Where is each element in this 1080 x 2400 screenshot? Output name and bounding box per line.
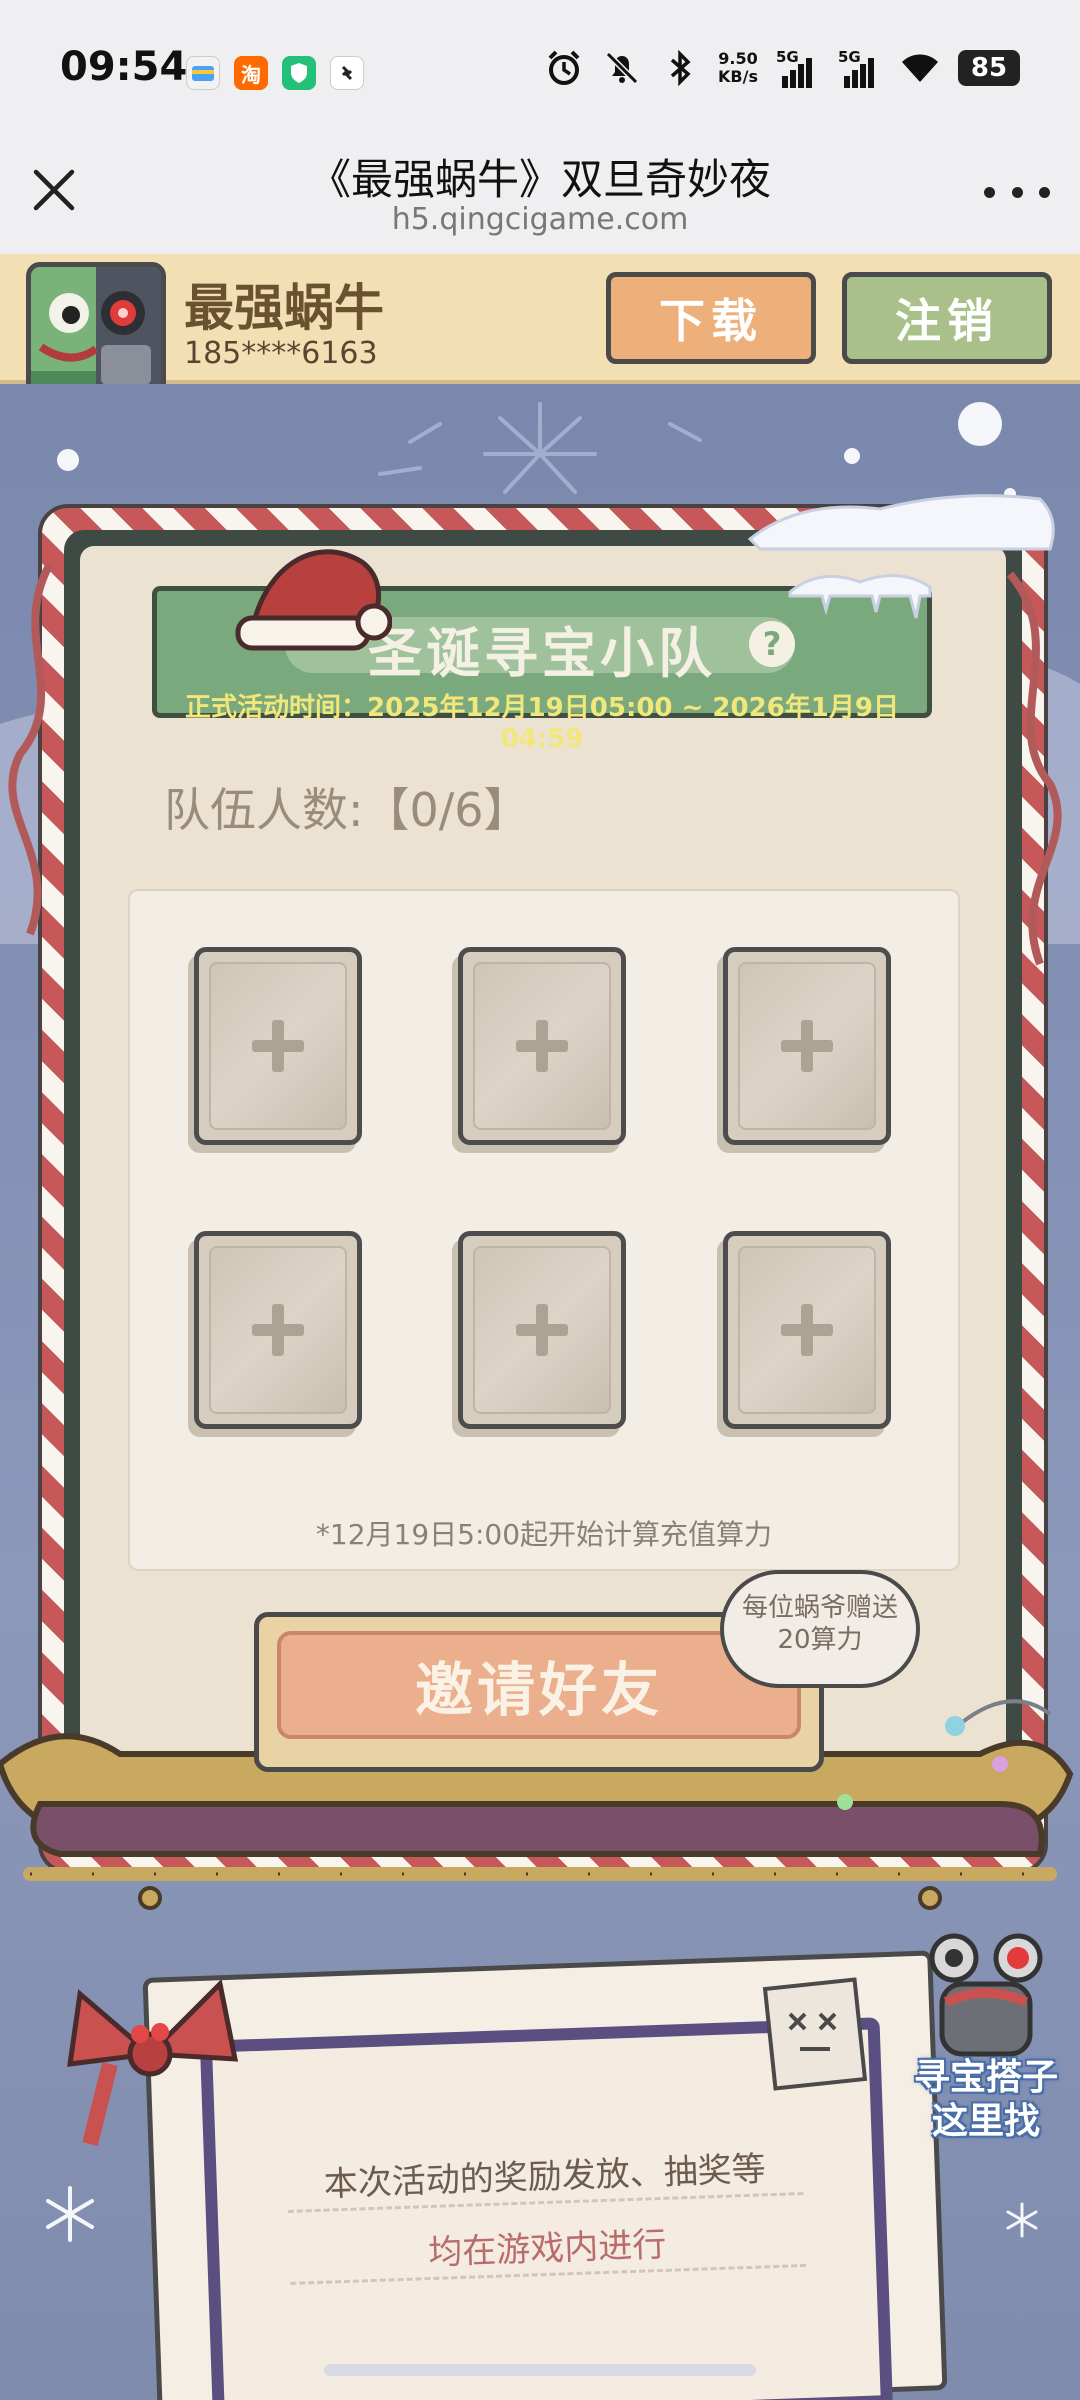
team-slot-1[interactable]: [194, 947, 362, 1145]
battery-indicator: 85: [958, 50, 1020, 86]
vine-right: [1006, 571, 1062, 966]
santa-hat-icon: [235, 549, 392, 651]
note-paper-icon: [762, 1977, 868, 2091]
alarm-icon: [548, 50, 580, 85]
link-app-icon: [330, 56, 364, 90]
status-indicators: 9.50 KB/s 5G 5G 85: [544, 48, 1020, 88]
team-slot-3[interactable]: [723, 947, 891, 1145]
mute-icon: [605, 51, 639, 85]
account-bar: 最强蜗牛 185****6163 下载 注销: [0, 254, 1080, 402]
page-title: 《最强蜗牛》双旦奇妙夜: [308, 155, 771, 204]
cell-signal-1-icon: 5G: [776, 48, 820, 88]
plus-icon: [781, 1304, 833, 1356]
notice-line-1: 本次活动的奖励发放、抽奖等: [323, 2149, 767, 2205]
logout-button[interactable]: 注销: [842, 272, 1052, 364]
help-icon[interactable]: ?: [749, 621, 795, 667]
shield-app-icon: [282, 56, 316, 90]
page-url: h5.qingcigame.com: [391, 202, 689, 237]
event-stage: 圣诞寻宝小队 ? 正式活动时间：2025年12月19日05:00 ~ 2026年…: [0, 384, 1080, 2400]
status-time: 09:54: [60, 44, 188, 90]
team-slot-2[interactable]: [458, 947, 626, 1145]
cell-signal-2-icon: 5G: [838, 48, 882, 88]
recharge-note: *12月19日5:00起开始计算充值算力: [315, 1518, 773, 1551]
taobao-app-icon: 淘: [234, 56, 268, 90]
team-count: 队伍人数:【0/6】: [164, 783, 530, 837]
team-slot-4[interactable]: [194, 1231, 362, 1429]
wifi-icon: [902, 54, 938, 82]
bluetooth-icon: [670, 49, 691, 87]
home-indicator[interactable]: [324, 2364, 756, 2376]
snowflake-icon: [1006, 2202, 1038, 2238]
wallet-app-icon: [186, 56, 220, 90]
vine-left: [8, 562, 54, 936]
snow-cap: [747, 494, 1055, 551]
download-button[interactable]: 下载: [606, 272, 816, 364]
snail-mascot-icon: [929, 1933, 1043, 2057]
plus-icon: [252, 1020, 304, 1072]
bonus-bubble: 每位蜗爷赠送 20算力: [720, 1570, 920, 1688]
team-slot-6[interactable]: [723, 1231, 891, 1429]
notice-line-2: 均在游戏内进行: [427, 2224, 667, 2274]
notification-icons: 淘: [186, 56, 364, 90]
plus-icon: [252, 1304, 304, 1356]
icicles: [788, 574, 932, 619]
snowflake-icon: [46, 2186, 94, 2242]
plus-icon: [781, 1020, 833, 1072]
browser-header: 《最强蜗牛》双旦奇妙夜 h5.qingcigame.com: [0, 140, 1080, 254]
team-slot-5[interactable]: [458, 1231, 626, 1429]
more-icon[interactable]: [984, 180, 1050, 204]
network-speed: 9.50 KB/s: [718, 49, 758, 86]
game-name: 最强蜗牛: [184, 279, 384, 337]
ribbon-bow-icon: [67, 1978, 239, 2146]
plus-icon: [516, 1020, 568, 1072]
avatar: [26, 262, 166, 402]
event-time: 正式活动时间：2025年12月19日05:00 ~ 2026年1月9日04:59: [185, 693, 899, 754]
team-slots-panel: *12月19日5:00起开始计算充值算力: [128, 889, 960, 1571]
treasure-partner-finder[interactable]: 寻宝搭子 这里找: [906, 1924, 1066, 2164]
user-phone: 185****6163: [184, 336, 378, 371]
status-bar: 09:54 淘 9.50 KB/s 5G 5G 85: [0, 0, 1080, 140]
plus-icon: [516, 1304, 568, 1356]
